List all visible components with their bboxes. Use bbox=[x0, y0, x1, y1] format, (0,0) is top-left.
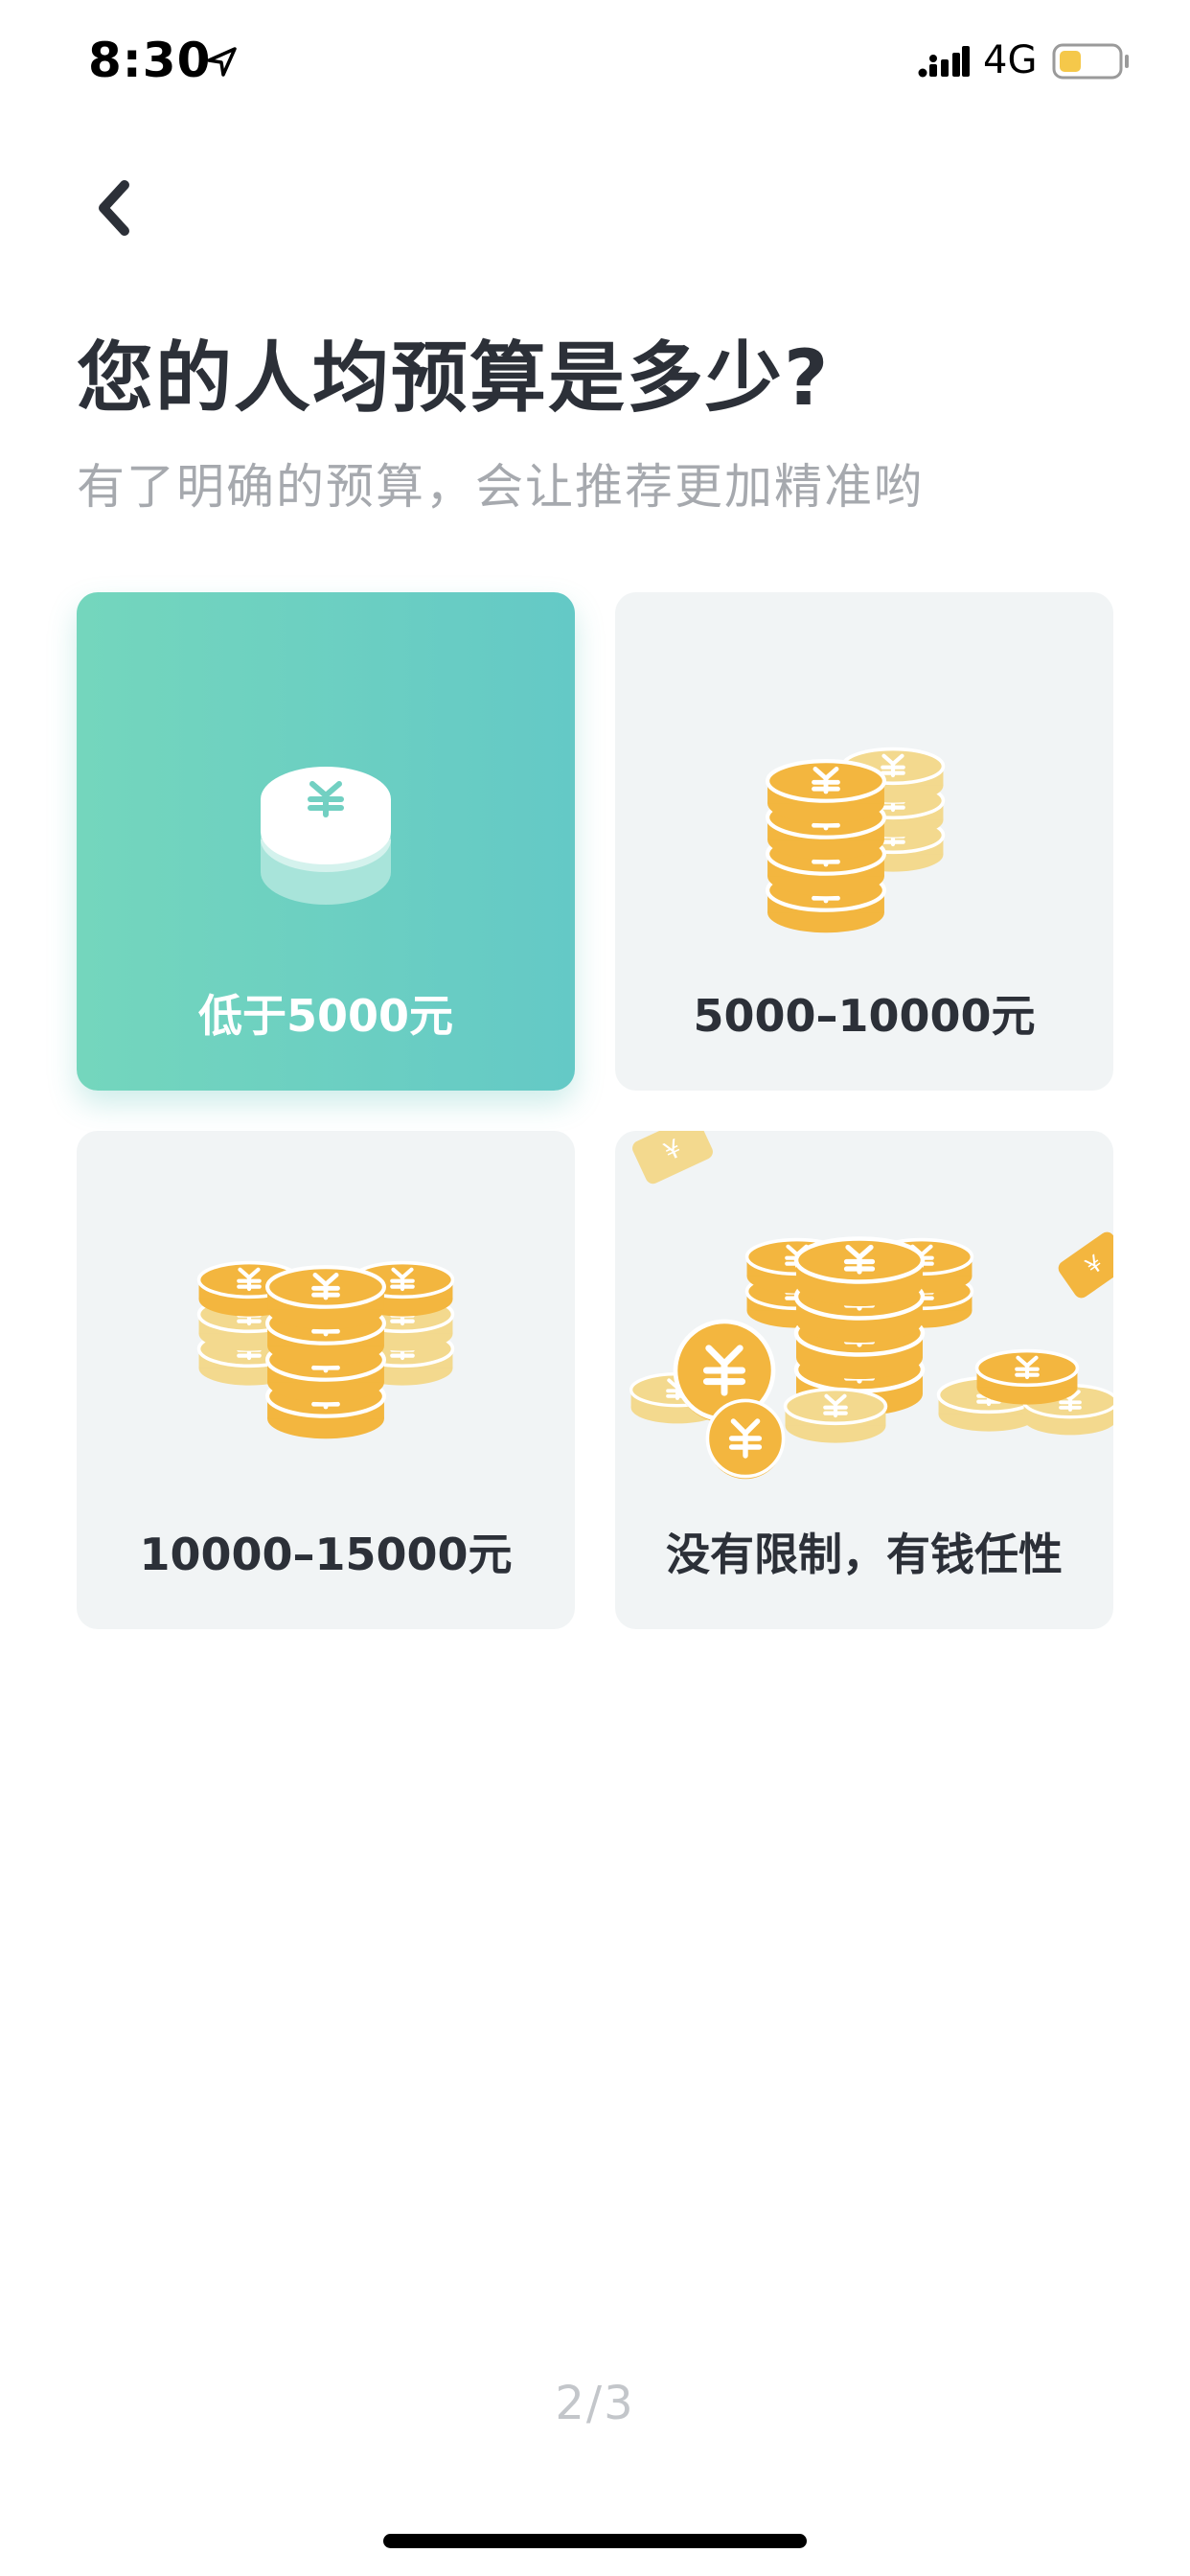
option-label: 低于5000元 bbox=[197, 990, 454, 1042]
battery-icon bbox=[1052, 43, 1129, 80]
status-bar: 8:30 4G bbox=[0, 0, 1190, 126]
page-subtitle: 有了明确的预算，会让推荐更加精准哟 bbox=[77, 459, 924, 515]
budget-option-10000-15000[interactable]: 10000–15000元 bbox=[77, 1131, 575, 1629]
back-button[interactable] bbox=[82, 174, 144, 242]
coin-piles-icon bbox=[77, 1131, 575, 1533]
network-type: 4G bbox=[983, 38, 1038, 82]
page-title: 您的人均预算是多少? bbox=[77, 334, 831, 423]
budget-option-5000-10000[interactable]: 5000–10000元 bbox=[615, 592, 1113, 1091]
option-label: 没有限制，有钱任性 bbox=[666, 1529, 1063, 1580]
cellular-signal-icon bbox=[918, 46, 970, 78]
budget-option-unlimited[interactable]: ¥ ¥ 没有限制，有钱任性 bbox=[615, 1131, 1113, 1629]
option-label: 5000–10000元 bbox=[693, 990, 1036, 1042]
budget-option-under-5000[interactable]: 低于5000元 bbox=[77, 592, 575, 1091]
page-indicator: 2/3 bbox=[555, 2377, 635, 2430]
option-label: 10000–15000元 bbox=[139, 1529, 513, 1580]
coin-heap-icon: ¥ ¥ bbox=[629, 1131, 1113, 1533]
single-coin-icon bbox=[261, 767, 391, 905]
chevron-left-icon bbox=[99, 180, 129, 236]
location-arrow-icon bbox=[207, 47, 237, 77]
coin-stacks-icon bbox=[615, 592, 1113, 995]
home-indicator[interactable] bbox=[383, 2534, 807, 2548]
status-time: 8:30 bbox=[88, 33, 212, 88]
